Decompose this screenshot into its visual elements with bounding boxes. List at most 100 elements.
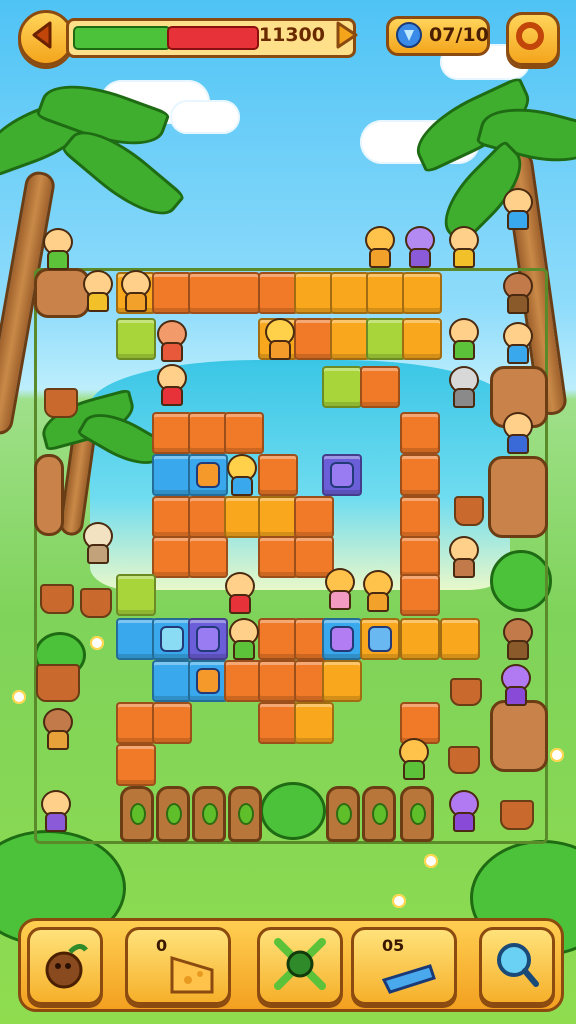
tile-yellow[interactable] <box>322 660 362 702</box>
tile-yellow[interactable] <box>258 496 298 538</box>
flower <box>12 690 26 704</box>
tile-blue[interactable] <box>152 454 192 496</box>
stump <box>362 786 396 842</box>
tile-blue-gem[interactable] <box>188 454 228 496</box>
tile-orange[interactable] <box>400 412 440 454</box>
tile-yellow[interactable] <box>330 318 370 360</box>
tile-yellow[interactable] <box>400 618 440 660</box>
tile-blue[interactable] <box>152 660 192 702</box>
tile-yellow[interactable] <box>330 272 370 314</box>
villager-character[interactable] <box>446 226 479 268</box>
villager-character[interactable] <box>500 272 533 314</box>
tile-orange[interactable] <box>152 496 192 538</box>
villager-character[interactable] <box>446 318 479 360</box>
blue-gem-icon <box>396 22 422 48</box>
tile-orange[interactable] <box>400 496 440 538</box>
tile-lime[interactable] <box>322 366 362 408</box>
cheese-icon <box>170 955 214 994</box>
villager-character[interactable] <box>500 618 533 660</box>
villager-character[interactable] <box>446 536 479 578</box>
cat-character[interactable] <box>396 738 429 780</box>
tile-orange[interactable] <box>224 412 264 454</box>
tile-lime[interactable] <box>366 318 406 360</box>
settings-button[interactable] <box>506 12 560 66</box>
tile-lime[interactable] <box>116 318 156 360</box>
cat-character[interactable] <box>402 226 435 268</box>
plant-pot <box>40 584 74 614</box>
tile-purple-gem[interactable] <box>322 454 362 496</box>
cat-character[interactable] <box>262 318 295 360</box>
flower <box>550 748 564 762</box>
tile-orange[interactable] <box>152 272 192 314</box>
cat-character[interactable] <box>224 454 257 496</box>
cat-character[interactable] <box>362 226 395 268</box>
tile-orange[interactable] <box>258 454 298 496</box>
tile-orange[interactable] <box>152 536 192 578</box>
villager-character[interactable] <box>118 270 151 312</box>
stump <box>120 786 154 842</box>
villager-character[interactable] <box>500 188 533 230</box>
swords-booster[interactable] <box>257 927 343 1005</box>
booster-bar: 0 05 <box>18 918 564 1012</box>
villager-character[interactable] <box>40 228 73 270</box>
tile-orange[interactable] <box>258 618 298 660</box>
tile-blue-gem[interactable] <box>188 618 228 660</box>
tile-yellow[interactable] <box>402 272 442 314</box>
tile-orange[interactable] <box>116 702 156 744</box>
cheese-booster[interactable]: 0 <box>125 927 231 1005</box>
tile-yellow[interactable] <box>440 618 480 660</box>
tile-orange[interactable] <box>258 536 298 578</box>
tile-orange[interactable] <box>400 574 440 616</box>
villager-character[interactable] <box>226 618 259 660</box>
villager-character[interactable] <box>222 572 255 614</box>
tile-yellow-gem[interactable] <box>360 618 400 660</box>
tile-orange[interactable] <box>258 660 298 702</box>
whistle-booster[interactable]: 05 <box>351 927 457 1005</box>
tile-orange[interactable] <box>258 702 298 744</box>
gem-icon <box>196 668 220 694</box>
villager-character[interactable] <box>500 322 533 364</box>
tile-yellow[interactable] <box>294 272 334 314</box>
villager-character[interactable] <box>154 364 187 406</box>
tile-blue[interactable] <box>116 618 156 660</box>
tile-orange[interactable] <box>258 272 298 314</box>
plant-pot <box>454 496 484 526</box>
flower <box>90 636 104 650</box>
villager-character[interactable] <box>80 522 113 564</box>
villager-character[interactable] <box>80 270 113 312</box>
villager-character[interactable] <box>38 790 71 832</box>
tile-lime[interactable] <box>116 574 156 616</box>
monster-character[interactable] <box>446 790 479 832</box>
tile-orange[interactable] <box>400 454 440 496</box>
tile-orange[interactable] <box>360 366 400 408</box>
cat-character[interactable] <box>154 320 187 362</box>
cat-character[interactable] <box>322 568 355 610</box>
tile-orange[interactable] <box>188 272 260 314</box>
gem-icon <box>330 462 354 488</box>
tile-orange[interactable] <box>152 702 192 744</box>
flower <box>424 854 438 868</box>
tile-orange[interactable] <box>400 536 440 578</box>
tile-yellow[interactable] <box>366 272 406 314</box>
villager-character[interactable] <box>40 708 73 750</box>
monster-character[interactable] <box>498 664 531 706</box>
tile-yellow[interactable] <box>294 702 334 744</box>
tile-orange[interactable] <box>188 412 228 454</box>
coconut-booster[interactable] <box>27 927 103 1005</box>
tile-orange[interactable] <box>152 412 192 454</box>
tile-yellow[interactable] <box>402 318 442 360</box>
magnifier-booster[interactable] <box>479 927 555 1005</box>
tile-orange[interactable] <box>294 496 334 538</box>
tile-blue-gem[interactable] <box>188 660 228 702</box>
tile-orange[interactable] <box>294 318 334 360</box>
cat-character[interactable] <box>360 570 393 612</box>
villager-character[interactable] <box>500 412 533 454</box>
progress-red-segment <box>167 26 259 50</box>
tile-orange[interactable] <box>188 496 228 538</box>
plant-pot <box>44 388 78 418</box>
tile-blue-gem[interactable] <box>152 618 192 660</box>
level-progress-bar: 11300 <box>66 18 356 58</box>
villager-character[interactable] <box>446 366 479 408</box>
tile-orange[interactable] <box>116 744 156 786</box>
tile-blue-gem[interactable] <box>322 618 362 660</box>
